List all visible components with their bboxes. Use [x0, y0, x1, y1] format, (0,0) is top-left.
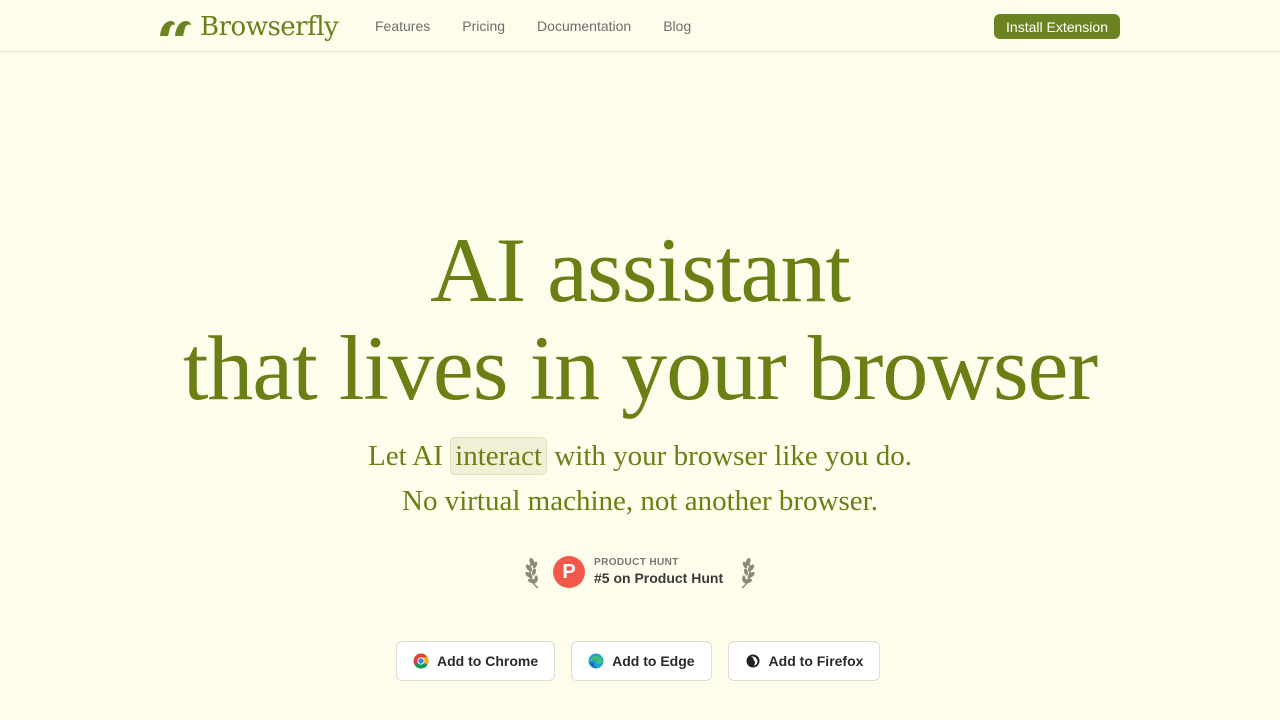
- hero-title-line-2: that lives in your browser: [182, 317, 1098, 419]
- chrome-icon: [413, 653, 429, 669]
- subtitle-suffix: with your browser like you do.: [547, 440, 912, 472]
- product-hunt-text: PRODUCT HUNT #5 on Product Hunt: [594, 557, 736, 587]
- hero-subtitle-line-1: Let AI interact with your browser like y…: [0, 436, 1280, 476]
- edge-icon: [588, 653, 604, 669]
- product-hunt-logo-icon: P: [553, 556, 585, 588]
- browserfly-logo-icon: [160, 21, 191, 36]
- add-to-firefox-button[interactable]: Add to Firefox: [727, 641, 881, 681]
- add-to-chrome-button[interactable]: Add to Chrome: [396, 641, 556, 681]
- product-hunt-kicker: PRODUCT HUNT: [594, 557, 679, 568]
- laurel-right-icon: [741, 557, 755, 589]
- add-to-edge-button[interactable]: Add to Edge: [571, 641, 712, 681]
- install-extension-button[interactable]: Install Extension: [994, 14, 1120, 39]
- add-to-chrome-label: Add to Chrome: [437, 653, 539, 669]
- add-to-firefox-label: Add to Firefox: [768, 653, 864, 669]
- store-buttons: Add to Chrome Add to Edge Add to Firefox: [396, 641, 881, 681]
- nav-link-documentation[interactable]: Documentation: [537, 18, 631, 34]
- nav-link-features[interactable]: Features: [375, 18, 430, 34]
- brand-home-link[interactable]: Browserfly: [160, 10, 339, 44]
- hero-subtitle-line-2: No virtual machine, not another browser.: [402, 485, 878, 517]
- hero-title-line-1: AI assistant: [430, 219, 851, 321]
- firefox-icon: [746, 654, 760, 668]
- top-nav: Browserfly Features Pricing Documentatio…: [0, 0, 1280, 52]
- laurel-left-icon: [525, 557, 539, 589]
- add-to-edge-label: Add to Edge: [612, 653, 695, 669]
- nav-link-blog[interactable]: Blog: [663, 18, 691, 34]
- subtitle-prefix: Let AI: [368, 440, 451, 472]
- product-hunt-badge[interactable]: P PRODUCT HUNT #5 on Product Hunt: [524, 552, 756, 592]
- nav-link-pricing[interactable]: Pricing: [462, 18, 505, 34]
- product-hunt-rank: #5 on Product Hunt: [594, 570, 724, 586]
- brand-name: Browserfly: [200, 12, 339, 42]
- subtitle-highlight: interact: [450, 437, 548, 475]
- nav-links: Features Pricing Documentation Blog: [375, 0, 691, 52]
